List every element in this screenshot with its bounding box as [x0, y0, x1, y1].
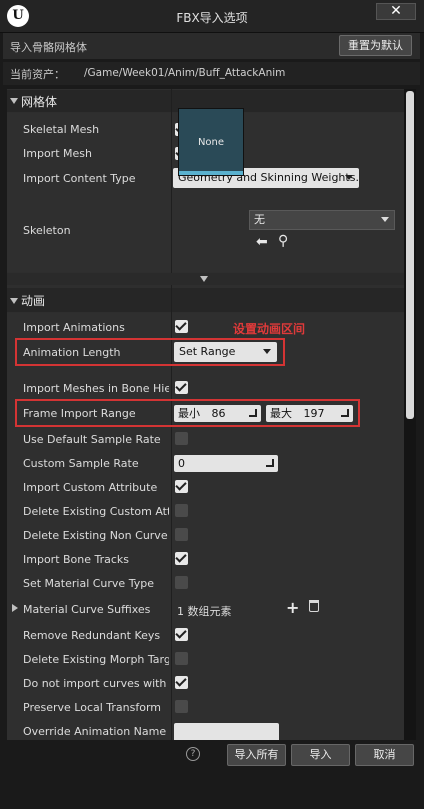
thumbnail-color-bar — [179, 171, 243, 175]
animation-section-body — [7, 313, 404, 740]
skeleton-asset-dropdown[interactable]: 无 — [249, 210, 395, 230]
drag-resize-icon — [341, 409, 349, 417]
window-title: FBX导入选项 — [176, 11, 248, 25]
delete-existing-non-curve-custom-checkbox[interactable] — [175, 528, 188, 541]
import-animations-checkbox[interactable] — [175, 320, 188, 333]
column-divider — [171, 89, 172, 294]
frame-range-max-value: 197 — [303, 407, 325, 420]
import-all-button[interactable]: 导入所有 — [227, 744, 286, 766]
set-material-curve-type-checkbox[interactable] — [175, 576, 188, 589]
frame-range-min-value: 86 — [211, 407, 226, 420]
skeleton-thumbnail-text: None — [197, 137, 225, 148]
frame-range-max-input[interactable]: 最大 197 — [266, 405, 353, 422]
set-material-curve-type-label: Set Material Curve Type — [23, 577, 154, 590]
import-custom-attribute-label: Import Custom Attribute — [23, 481, 158, 494]
annotation-text: 设置动画区间 — [233, 322, 306, 336]
override-animation-name-label: Override Animation Name — [23, 725, 167, 738]
animation-length-dropdown[interactable]: Set Range — [174, 342, 277, 362]
frame-range-min-label: 最小 — [178, 407, 200, 420]
current-asset-path: /Game/Week01/Anim/Buff_AttackAnim — [84, 67, 286, 79]
collapse-triangle-icon[interactable] — [10, 98, 18, 104]
remove-redundant-keys-checkbox[interactable] — [175, 628, 188, 641]
delete-existing-morph-target-label: Delete Existing Morph Target — [23, 653, 169, 666]
import-bone-tracks-checkbox[interactable] — [175, 552, 188, 565]
reset-to-default-button[interactable]: 重置为默认 — [339, 35, 412, 56]
expand-array-icon[interactable] — [12, 604, 18, 612]
material-curve-suffixes-label: Material Curve Suffixes — [23, 603, 151, 616]
category-animation-header[interactable] — [7, 288, 404, 312]
skeleton-asset-value: 无 — [254, 213, 265, 226]
remove-redundant-keys-label: Remove Redundant Keys — [23, 629, 161, 642]
custom-sample-rate-input[interactable]: 0 — [174, 455, 278, 472]
collapse-triangle-icon[interactable] — [10, 298, 18, 304]
animation-length-label: Animation Length — [23, 346, 121, 359]
custom-sample-rate-label: Custom Sample Rate — [23, 457, 139, 470]
cancel-button[interactable]: 取消 — [355, 744, 414, 766]
current-asset-label: 当前资产： — [10, 68, 65, 81]
chevron-down-icon — [263, 349, 271, 354]
skeletal-mesh-label: Skeletal Mesh — [23, 123, 100, 136]
import-mesh-label: Import Mesh — [23, 147, 92, 160]
help-icon[interactable]: ? — [186, 747, 200, 761]
close-button[interactable]: ✕ — [376, 3, 416, 20]
delete-existing-custom-attributes-label: Delete Existing Custom Attrib — [23, 505, 169, 518]
animation-length-value: Set Range — [179, 345, 236, 358]
chevron-down-icon — [381, 217, 389, 222]
import-content-type-label: Import Content Type — [23, 172, 136, 185]
override-animation-name-input[interactable] — [174, 723, 279, 740]
preserve-local-transform-checkbox[interactable] — [175, 700, 188, 713]
frame-range-min-input[interactable]: 最小 86 — [174, 405, 261, 422]
delete-all-icon[interactable] — [309, 600, 319, 612]
browse-asset-icon[interactable]: ⚲ — [278, 233, 288, 249]
material-curve-suffixes-count: 1 数组元素 — [177, 605, 232, 618]
drag-resize-icon — [266, 459, 274, 467]
custom-sample-rate-value: 0 — [178, 457, 185, 470]
do-not-import-zero-curves-label: Do not import curves with onl — [23, 677, 169, 690]
delete-existing-morph-target-checkbox[interactable] — [175, 652, 188, 665]
drag-resize-icon — [249, 409, 257, 417]
import-animations-label: Import Animations — [23, 321, 125, 334]
import-header-label: 导入骨骼网格体 — [10, 41, 87, 54]
delete-existing-non-curve-custom-label: Delete Existing Non Curve Cu — [23, 529, 169, 542]
category-mesh-title: 网格体 — [21, 95, 58, 109]
skeleton-label: Skeleton — [23, 224, 71, 237]
add-element-icon[interactable]: + — [286, 598, 299, 617]
frame-range-max-label: 最大 — [270, 407, 292, 420]
import-bone-tracks-label: Import Bone Tracks — [23, 553, 130, 566]
delete-existing-custom-attributes-checkbox[interactable] — [175, 504, 188, 517]
chevron-down-icon — [345, 175, 353, 180]
do-not-import-zero-curves-checkbox[interactable] — [175, 676, 188, 689]
expand-advanced-icon[interactable] — [200, 276, 208, 282]
scrollbar-thumb[interactable] — [406, 91, 414, 419]
import-meshes-bone-hierarchy-checkbox[interactable] — [175, 381, 188, 394]
import-meshes-bone-hierarchy-label: Import Meshes in Bone Hiera — [23, 382, 169, 395]
use-default-sample-rate-checkbox[interactable] — [175, 432, 188, 445]
category-animation-title: 动画 — [21, 294, 46, 308]
import-button[interactable]: 导入 — [291, 744, 350, 766]
import-custom-attribute-checkbox[interactable] — [175, 480, 188, 493]
preserve-local-transform-label: Preserve Local Transform — [23, 701, 162, 714]
use-selected-asset-icon[interactable]: ⬅ — [256, 234, 268, 250]
frame-import-range-label: Frame Import Range — [23, 407, 136, 420]
skeleton-thumbnail[interactable]: None — [178, 108, 244, 176]
use-default-sample-rate-label: Use Default Sample Rate — [23, 433, 161, 446]
